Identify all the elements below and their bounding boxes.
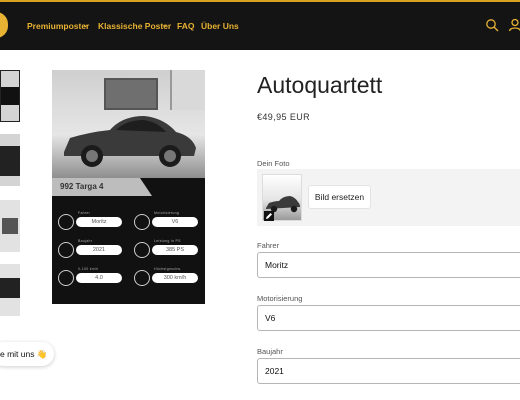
- chat-button[interactable]: e mit uns 👋: [0, 342, 54, 366]
- card-stat-driver: Fahrer Moritz: [58, 211, 124, 230]
- engine-input[interactable]: V6: [257, 305, 520, 331]
- timer-icon: [58, 270, 74, 286]
- photo-field-label: Dein Foto: [257, 159, 290, 168]
- driver-input[interactable]: Moritz: [257, 252, 520, 278]
- chevron-down-icon: ⌄: [161, 20, 168, 29]
- steering-wheel-icon: [58, 214, 74, 230]
- card-stat-engine: Motorisierung V6: [134, 211, 200, 230]
- nav-item-ueber-uns[interactable]: Über Uns: [201, 21, 239, 31]
- speedometer-icon: [134, 270, 150, 286]
- nav-item-faq[interactable]: FAQ: [177, 21, 194, 31]
- card-stat-power: Leistung in PS 385 PS: [134, 239, 200, 258]
- thumbnail-3[interactable]: [0, 200, 20, 252]
- quartet-card-image: 992 Targa 4 Fahrer Moritz Motorisierung …: [52, 70, 205, 304]
- year-field-label: Baujahr: [257, 347, 283, 356]
- card-stat-acceleration: 0-100 km/h 4.0: [58, 267, 124, 286]
- pencil-icon[interactable]: [264, 211, 274, 221]
- car-photo: [52, 70, 205, 178]
- calendar-icon: [58, 242, 74, 258]
- thumbnail-4[interactable]: [0, 264, 20, 316]
- logo[interactable]: [0, 12, 8, 38]
- card-stat-year: Baujahr 2021: [58, 239, 124, 258]
- driver-field-label: Fahrer: [257, 241, 280, 250]
- engine-icon: [134, 214, 150, 230]
- product-price: €49,95 EUR: [257, 112, 311, 122]
- search-icon[interactable]: [485, 18, 499, 32]
- engine-field-label: Motorisierung: [257, 294, 303, 303]
- nav-item-premiumposter[interactable]: Premiumposter: [27, 21, 89, 31]
- card-stat-top-speed: Höchstgeschw. 300 km/h: [134, 267, 200, 286]
- year-input[interactable]: 2021: [257, 358, 520, 384]
- header-bar: Premiumposter ⌄ Klassische Poster ⌄ FAQ …: [0, 0, 520, 50]
- account-icon[interactable]: [508, 18, 520, 32]
- product-title: Autoquartett: [257, 72, 383, 98]
- card-model-title: 992 Targa 4: [52, 178, 152, 196]
- photo-upload-box: Bild ersetzen: [257, 169, 520, 226]
- wave-emoji-icon: 👋: [36, 349, 48, 359]
- replace-image-button[interactable]: Bild ersetzen: [308, 185, 371, 209]
- uploaded-photo-thumbnail: [262, 174, 302, 221]
- thumbnail-2[interactable]: [0, 134, 20, 186]
- chevron-down-icon: ⌄: [82, 20, 89, 29]
- thumbnail-1[interactable]: [0, 70, 20, 122]
- chat-label: e mit uns: [0, 349, 35, 359]
- car-illustration: [64, 116, 196, 167]
- gear-icon: [134, 242, 150, 258]
